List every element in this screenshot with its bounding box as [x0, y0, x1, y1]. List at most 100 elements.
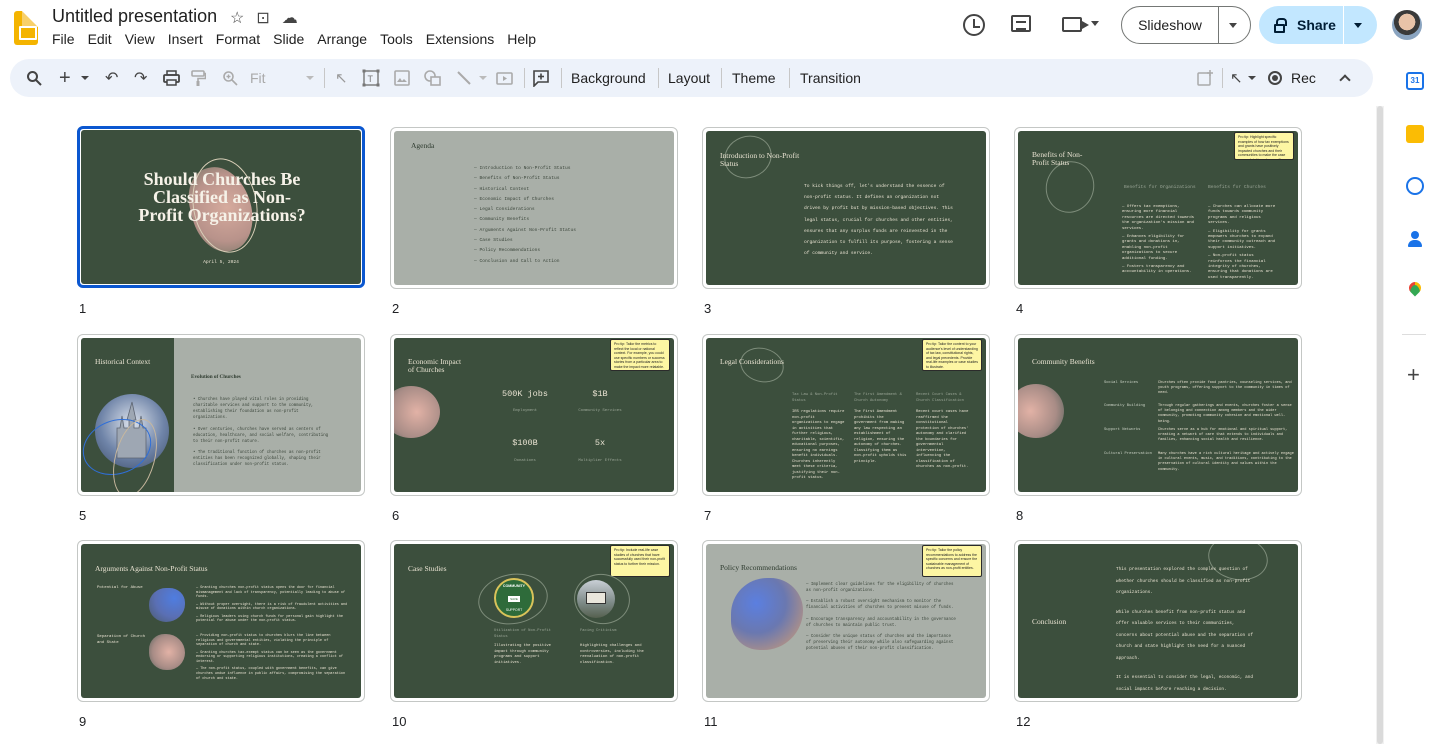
print-icon[interactable] [163, 59, 180, 97]
background-button[interactable]: Background [571, 59, 646, 97]
menu-help[interactable]: Help [507, 31, 536, 47]
transition-button[interactable]: Transition [800, 59, 861, 97]
slides-logo-icon[interactable] [14, 11, 38, 45]
row-text: Many churches have a rich cultural herit… [1158, 452, 1294, 472]
menu-arrange[interactable]: Arrange [317, 31, 367, 47]
undo-icon[interactable]: ↶ [105, 59, 118, 97]
stat-label: Community Services [578, 409, 622, 413]
toolbar-divider [1222, 68, 1223, 88]
add-comment-icon[interactable] [532, 59, 550, 97]
slide-number: 1 [79, 301, 87, 316]
column-heading: Recent Court Cases & Church Classificati… [916, 393, 964, 403]
paragraph: While churches benefit from non-profit s… [1116, 609, 1254, 661]
zoom-icon[interactable] [222, 59, 238, 97]
slide-thumbnail-3[interactable]: Introduction to Non-Profit Status To kic… [702, 127, 990, 289]
star-icon[interactable]: ☆ [230, 8, 244, 28]
slide-number: 9 [79, 714, 87, 729]
row-text: Churches often provide food pantries, co… [1158, 381, 1292, 396]
slide-thumbnail-1[interactable]: Should Churches Be Classified as Non-Pro… [77, 126, 365, 288]
collapse-toolbar-icon[interactable] [1339, 59, 1351, 97]
stat-value: $100B [512, 438, 538, 448]
column-heading: Benefits for Organizations [1124, 185, 1196, 190]
get-addons-icon[interactable]: + [1407, 362, 1420, 388]
menu-extensions[interactable]: Extensions [426, 31, 494, 47]
menu-insert[interactable]: Insert [168, 31, 203, 47]
contacts-icon[interactable] [1406, 230, 1424, 248]
slide-thumbnail-7[interactable]: Legal Considerations Pro tip: Tailor the… [702, 334, 990, 496]
select-cursor-icon[interactable]: ↖ [335, 59, 348, 97]
meet-dropdown-icon[interactable] [1091, 21, 1099, 26]
pointer-dropdown-icon[interactable] [1248, 59, 1256, 97]
column-heading: Tax Law & Non-Profit Status [792, 393, 838, 403]
paragraph: This presentation explored the complex q… [1116, 567, 1251, 595]
insert-image-alt-icon[interactable] [1197, 59, 1213, 97]
line-icon[interactable] [456, 59, 472, 97]
community-logo: COMMUNITY SAVE SUPPORT [494, 578, 534, 618]
list-item: — Implement clear guidelines for the eli… [806, 583, 954, 594]
maps-icon[interactable] [1406, 279, 1424, 300]
toolbar-divider [324, 68, 325, 88]
toolbar: + ↶ ↷ Fit ↖ T Background Layout Theme Tr… [10, 59, 1373, 97]
scrollbar-thumb[interactable] [1377, 106, 1383, 744]
record-button[interactable]: Rec [1268, 59, 1316, 97]
slide-thumbnail-9[interactable]: Arguments Against Non-Profit Status Pote… [77, 540, 365, 702]
slide-title: Should Churches Be Classified as Non-Pro… [138, 169, 306, 225]
layout-button[interactable]: Layout [668, 59, 710, 97]
comments-icon[interactable] [1011, 15, 1031, 32]
share-dropdown-icon[interactable] [1354, 22, 1362, 28]
menu-format[interactable]: Format [216, 31, 260, 47]
menu-tools[interactable]: Tools [380, 31, 413, 47]
menu-edit[interactable]: Edit [88, 31, 112, 47]
zoom-select[interactable]: Fit [250, 59, 316, 97]
group-heading: Potential for Abuse [97, 586, 143, 590]
calendar-icon[interactable]: 31 [1406, 72, 1424, 90]
slide-canvas: Benefits of Non-Profit Status Pro tip: H… [1018, 131, 1298, 285]
tasks-icon[interactable] [1406, 177, 1424, 195]
redo-icon[interactable]: ↷ [134, 59, 147, 97]
slideshow-dropdown-icon[interactable] [1229, 22, 1237, 28]
pro-tip-note: Pro tip: Tailor the policy recommendatio… [922, 545, 982, 577]
menu-view[interactable]: View [125, 31, 155, 47]
theme-button[interactable]: Theme [732, 59, 776, 97]
shape-icon[interactable] [424, 59, 442, 97]
paint-format-icon[interactable] [191, 59, 206, 97]
line-dropdown-icon[interactable] [479, 59, 487, 97]
avatar[interactable] [1392, 10, 1422, 40]
share-button[interactable]: Share [1259, 6, 1377, 44]
slide-thumbnail-4[interactable]: Benefits of Non-Profit Status Pro tip: H… [1014, 127, 1302, 289]
laser-pointer-icon[interactable]: ↖ [1230, 59, 1243, 97]
menu-file[interactable]: File [52, 31, 75, 47]
slideshow-button[interactable]: Slideshow [1121, 6, 1251, 44]
slide-canvas: Should Churches Be Classified as Non-Pro… [81, 130, 361, 284]
slide-thumbnail-5[interactable]: Historical Context Evolution of Churches… [77, 334, 365, 496]
slide-thumbnail-8[interactable]: Community Benefits Social Services Churc… [1014, 334, 1302, 496]
meet-camera-icon[interactable] [1062, 17, 1089, 32]
slide-date: April 5, 2024 [203, 260, 239, 265]
slide-thumbnail-10[interactable]: Case Studies Pro tip: Include real-life … [390, 540, 678, 702]
slide-thumbnail-11[interactable]: Policy Recommendations Pro tip: Tailor t… [702, 540, 990, 702]
recommendation-list: — Implement clear guidelines for the eli… [806, 582, 956, 652]
document-title[interactable]: Untitled presentation [52, 6, 217, 27]
slide-canvas: Community Benefits Social Services Churc… [1018, 338, 1298, 492]
slide-number: 5 [79, 508, 87, 523]
insert-image-icon[interactable] [394, 59, 410, 97]
slide-thumbnail-6[interactable]: Economic Impact of Churches Pro tip: Tai… [390, 334, 678, 496]
search-menus-icon[interactable] [26, 59, 42, 97]
cloud-status-icon[interactable]: ☁ [282, 8, 298, 28]
slide-canvas: Policy Recommendations Pro tip: Tailor t… [706, 544, 986, 698]
slide-canvas: Arguments Against Non-Profit Status Pote… [81, 544, 361, 698]
slide-thumbnail-12[interactable]: Conclusion This presentation explored th… [1014, 540, 1302, 702]
slide-thumbnail-2[interactable]: Agenda — Introduction to Non-Profit Stat… [390, 127, 678, 289]
menu-slide[interactable]: Slide [273, 31, 304, 47]
scrollbar[interactable] [1376, 106, 1384, 744]
stat-label: Employment [512, 409, 537, 413]
case-heading: Utilization of Non-Profit Status [494, 629, 551, 639]
move-folder-icon[interactable]: ⊡ [256, 8, 269, 28]
video-icon[interactable] [496, 59, 513, 97]
new-slide-dropdown-icon[interactable] [81, 59, 89, 97]
slide-canvas: Conclusion This presentation explored th… [1018, 544, 1298, 698]
text-box-icon[interactable]: T [362, 59, 380, 97]
keep-icon[interactable] [1406, 125, 1424, 143]
version-history-icon[interactable] [963, 14, 985, 36]
new-slide-icon[interactable]: + [59, 59, 71, 97]
